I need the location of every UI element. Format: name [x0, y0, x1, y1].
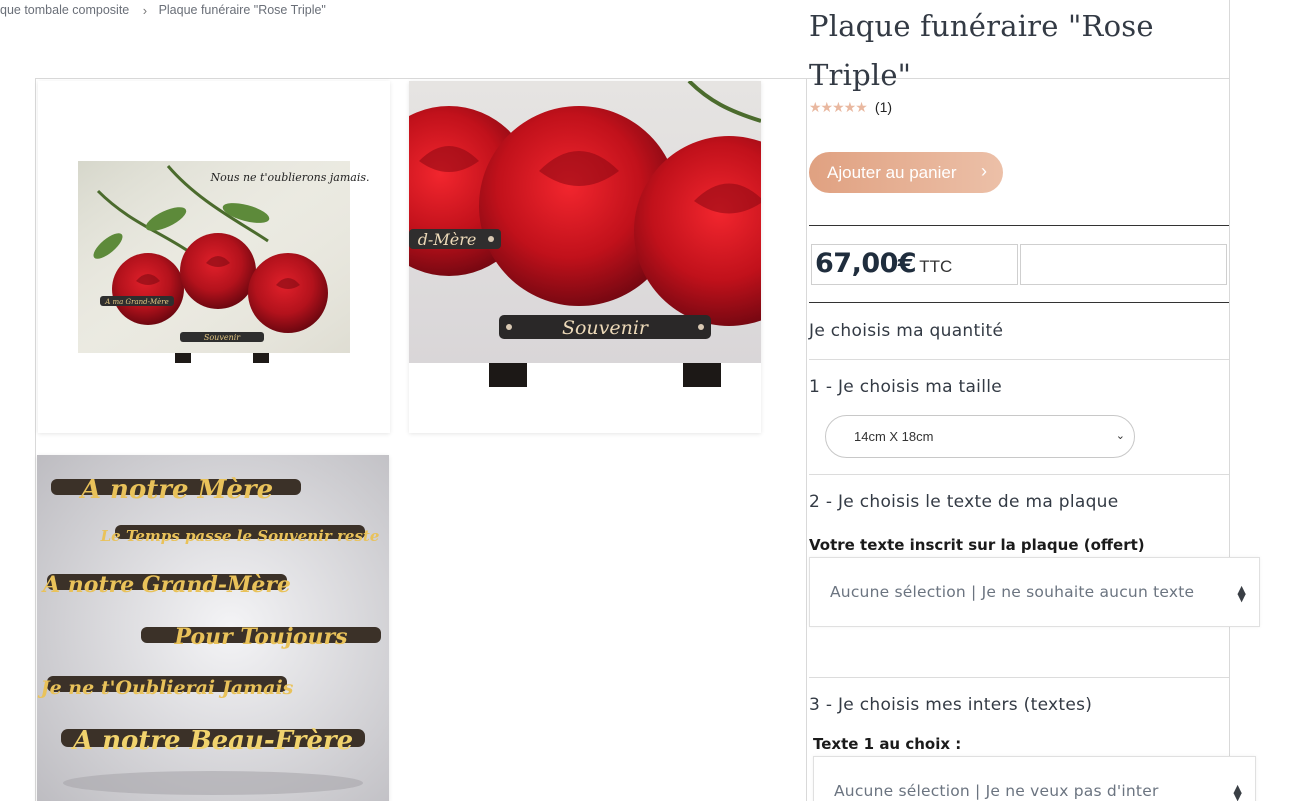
divider — [809, 302, 1229, 303]
product-title: Plaque funéraire "Rose Triple" — [809, 9, 1154, 92]
plate-5: Je ne t'Oublierai Jamais — [38, 677, 294, 699]
price-box: 67,00€ TTC — [811, 244, 1018, 285]
plaque-text-select-value: Aucune sélection | Je ne souhaite aucun … — [830, 583, 1195, 601]
size-label: 1 - Je choisis ma taille — [809, 377, 1003, 397]
plate-4: Pour Toujours — [174, 624, 348, 650]
divider — [809, 225, 1229, 226]
star-rating-icon: ★★★★★ — [809, 100, 868, 116]
plate-text-bottom: Souvenir — [204, 333, 241, 342]
add-to-cart-label: Ajouter au panier — [827, 162, 957, 182]
plate-text-left-zoom: d-Mère — [418, 230, 477, 249]
product-price: 67,00€ — [815, 248, 917, 279]
inter1-label: Texte 1 au choix : — [813, 735, 962, 753]
breadcrumb-item-current[interactable]: Plaque funéraire "Rose Triple" — [159, 3, 326, 17]
product-image-plates[interactable]: A notre Mère Le Temps passe le Souvenir … — [37, 455, 389, 801]
plate-6: A notre Beau-Frère — [70, 726, 353, 756]
plaque-caption-text: Nous ne t'oublierons jamais. — [209, 171, 369, 184]
plaque-text-select[interactable]: Aucune sélection | Je ne souhaite aucun … — [809, 557, 1260, 627]
divider — [809, 359, 1229, 360]
size-select[interactable]: 14cm X 18cm ⌄ — [825, 415, 1135, 458]
price-suffix: TTC — [919, 257, 953, 276]
product-image-main[interactable]: Nous ne t'oublierons jamais. A ma Grand-… — [38, 81, 390, 433]
inter1-select[interactable]: Aucune sélection | Je ne veux pas d'inte… — [813, 756, 1256, 801]
inter-plates-image: A notre Mère Le Temps passe le Souvenir … — [37, 455, 389, 801]
chevron-right-icon: › — [142, 3, 148, 19]
inter1-select-value: Aucune sélection | Je ne veux pas d'inte… — [834, 782, 1159, 800]
sort-arrows-icon: ▲ ▼ — [1233, 782, 1242, 801]
divider — [809, 474, 1229, 475]
plate-2: Le Temps passe le Souvenir reste — [100, 527, 380, 545]
plate-3: A notre Grand-Mère — [41, 572, 291, 598]
breadcrumb-item-category[interactable]: que tombale composite — [0, 3, 129, 17]
plate-text-bottom-zoom: Souvenir — [562, 317, 650, 339]
price-box-secondary — [1020, 244, 1227, 285]
divider — [809, 677, 1229, 678]
sort-arrows-icon: ▲ ▼ — [1237, 583, 1246, 604]
size-select-value: 14cm X 18cm — [854, 429, 934, 444]
breadcrumb: que tombale composite › Plaque funéraire… — [0, 3, 326, 18]
plaque-closeup-image: d-Mère Souvenir — [409, 81, 761, 433]
review-count[interactable]: (1) — [875, 99, 892, 115]
product-details-panel: Plaque funéraire "Rose Triple" ★★★★★ (1)… — [809, 0, 1260, 801]
product-rating[interactable]: ★★★★★ (1) — [809, 99, 892, 116]
text-field-label: Votre texte inscrit sur la plaque (offer… — [809, 536, 1145, 554]
plaque-preview-image: Nous ne t'oublierons jamais. A ma Grand-… — [38, 81, 390, 433]
product-image-zoom[interactable]: d-Mère Souvenir — [409, 81, 761, 433]
quantity-label: Je choisis ma quantité — [809, 321, 1004, 341]
plate-text-left: A ma Grand-Mère — [104, 298, 169, 306]
add-to-cart-button[interactable]: Ajouter au panier › — [809, 152, 1003, 193]
chevron-right-icon: › — [981, 161, 987, 181]
inters-section-label: 3 - Je choisis mes inters (textes) — [809, 695, 1093, 715]
plate-1: A notre Mère — [78, 475, 273, 505]
chevron-down-icon: ⌄ — [1115, 430, 1125, 442]
text-section-label: 2 - Je choisis le texte de ma plaque — [809, 492, 1119, 512]
product-gallery: Nous ne t'oublierons jamais. A ma Grand-… — [35, 78, 807, 801]
